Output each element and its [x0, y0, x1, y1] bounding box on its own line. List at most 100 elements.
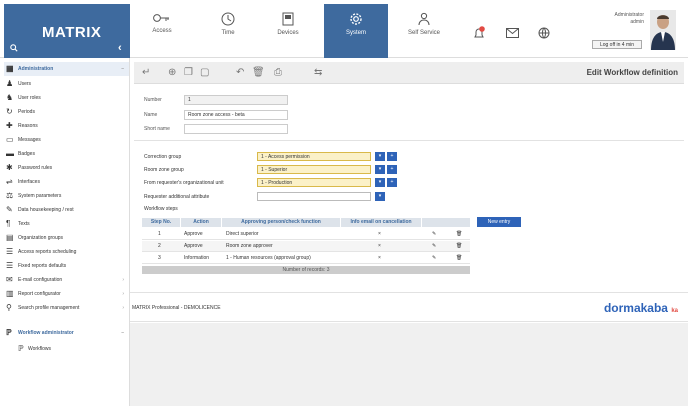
add-button[interactable]: +	[387, 165, 397, 174]
sidebar-item[interactable]: ✚ Reasons	[4, 119, 129, 133]
undo-icon[interactable]: ↶	[236, 67, 244, 79]
text-icon: ¶	[6, 219, 11, 228]
column-header[interactable]: Info email on cancellation	[341, 218, 421, 227]
add-button[interactable]: +	[387, 178, 397, 187]
action-cell: Approve	[184, 243, 203, 249]
sidebar-item[interactable]: ⇌ Interfaces	[4, 175, 129, 189]
sidebar-item[interactable]: ⚲ Search profile management ›	[4, 301, 129, 323]
number-field[interactable]: 1	[184, 95, 288, 105]
parameters-icon: ⚖	[6, 191, 14, 200]
sidebar-section-administration[interactable]: ▦ Administration –	[4, 62, 129, 76]
nav-self-service[interactable]: Self Service	[392, 4, 456, 58]
org-icon: ▤	[6, 233, 14, 242]
sidebar-item-label: User roles	[18, 95, 41, 101]
nav-devices[interactable]: Devices	[256, 4, 320, 58]
org-unit-select[interactable]: 1 - Production	[257, 178, 371, 187]
dropdown-button[interactable]: ▾	[375, 165, 385, 174]
globe-icon[interactable]	[538, 27, 550, 41]
sidebar-item[interactable]: ☰ Fixed reports defaults	[4, 259, 129, 273]
workflow-steps-title: Workflow steps	[144, 206, 178, 212]
copy-icon[interactable]: ❐	[184, 67, 193, 79]
mail-icon[interactable]	[506, 28, 519, 40]
column-header[interactable]: Approving person/check function	[222, 218, 340, 227]
org-unit-label: From requester's organizational unit	[144, 180, 224, 186]
sidebar-item[interactable]: ✉ E-mail configuration ›	[4, 273, 129, 287]
nav-access[interactable]: Access	[130, 4, 194, 58]
print-icon[interactable]: ⎙	[274, 67, 282, 79]
sidebar-item-label: Workflows	[28, 346, 51, 352]
sidebar-item[interactable]: ▬ Badges	[4, 147, 129, 161]
chevron-right-icon: ›	[122, 291, 124, 297]
back-icon[interactable]: ↵	[142, 67, 150, 79]
vendor-logo: dormakaba ka	[603, 301, 678, 315]
key-icon	[153, 14, 169, 22]
edit-icon[interactable]: ✎	[432, 253, 436, 264]
delete-icon[interactable]: 🗑	[456, 229, 462, 240]
sidebar-item[interactable]: ♟ Users	[4, 77, 129, 91]
collapse-icon: –	[121, 330, 124, 336]
sidebar-item[interactable]: ¶ Texts	[4, 217, 129, 231]
correction-group-select[interactable]: 1 - Access permission	[257, 152, 371, 161]
product-label: MATRIX Professional - DEMOLICENCE	[132, 305, 221, 311]
brand-panel: MATRIX ‹	[4, 4, 130, 58]
search-icon[interactable]	[10, 44, 18, 54]
admin-icon: ▦	[6, 64, 14, 73]
room-zone-group-select[interactable]: 1 - Superior	[257, 165, 371, 174]
share-icon[interactable]: ⇆	[314, 67, 322, 79]
nav-time[interactable]: Time	[196, 4, 260, 58]
table-row[interactable]: 2 Approve Room zone approver × ✎ 🗑	[142, 241, 470, 252]
sidebar-item[interactable]: ▤ Organization groups	[4, 231, 129, 245]
column-header[interactable]: Step No.	[142, 218, 180, 227]
name-field[interactable]: Room zone access - beta	[184, 110, 288, 120]
new-entry-button[interactable]: New entry	[477, 217, 521, 227]
dropdown-button[interactable]: ▾	[375, 152, 385, 161]
short-name-field[interactable]	[184, 124, 288, 134]
nav-label: Time	[221, 30, 235, 36]
record-count: Number of records: 3	[142, 266, 470, 274]
sidebar-item-label: Badges	[18, 151, 35, 157]
email-cell: ×	[378, 243, 381, 249]
dropdown-button[interactable]: ▾	[375, 192, 385, 201]
column-header[interactable]: Action	[181, 218, 221, 227]
logout-button[interactable]: Log off in 4 min	[592, 40, 642, 49]
notification-bell-icon[interactable]	[472, 26, 486, 42]
sidebar-item[interactable]: ↻ Periods	[4, 105, 129, 119]
add-icon[interactable]: ⊕	[168, 67, 176, 79]
person-icon: ♟	[6, 79, 14, 88]
collapse-icon: –	[121, 66, 124, 72]
nav-system[interactable]: System	[324, 4, 388, 58]
sidebar-item[interactable]: ☰ Access reports scheduling	[4, 245, 129, 259]
avatar[interactable]	[650, 10, 676, 50]
sidebar-item-workflows[interactable]: ℙ Workflows	[4, 342, 129, 356]
chevron-right-icon: ›	[122, 305, 124, 311]
edit-icon[interactable]: ✎	[432, 229, 436, 240]
add-button[interactable]: +	[387, 152, 397, 161]
collapse-chevron-icon[interactable]: ‹	[118, 42, 122, 54]
table-row[interactable]: 3 Information 1 - Human resources (appro…	[142, 253, 470, 264]
interface-icon: ⇌	[6, 177, 13, 186]
sidebar-item[interactable]: ▭ Messages	[4, 133, 129, 147]
sidebar-section-workflow[interactable]: ℙ Workflow administrator –	[4, 326, 129, 340]
sidebar-item-label: E-mail configuration	[18, 277, 63, 283]
nav-label: Self Service	[407, 30, 440, 36]
brand-logo: MATRIX	[42, 24, 102, 41]
sidebar-item[interactable]: ♞ User roles	[4, 91, 129, 105]
sidebar-item-label: Texts	[18, 221, 30, 227]
requester-attribute-select[interactable]	[257, 192, 371, 201]
sidebar-item[interactable]: ✱ Password rules	[4, 161, 129, 175]
delete-icon[interactable]: 🗑	[456, 241, 462, 252]
table-row[interactable]: 1 Approve Direct superior × ✎ 🗑	[142, 229, 470, 240]
delete-icon[interactable]: 🗑	[456, 253, 462, 264]
toolbar: ↵ ⊕ ❐ ▢ ↶ 🗑 ⎙ ⇆ Edit Workflow definition	[134, 62, 684, 84]
step-cell: 3	[158, 255, 161, 261]
sidebar-item-label: Reasons	[18, 123, 38, 129]
sidebar-item[interactable]: ⚖ System parameters	[4, 189, 129, 203]
sidebar-item[interactable]: ▥ Report configurator ›	[4, 287, 129, 301]
delete-icon[interactable]: 🗑	[252, 67, 265, 79]
sidebar-item[interactable]: ✎ Data housekeeping / rest	[4, 203, 129, 217]
save-icon[interactable]: ▢	[200, 67, 209, 79]
sidebar-item-label: Search profile management	[18, 305, 80, 311]
dropdown-button[interactable]: ▾	[375, 178, 385, 187]
edit-icon[interactable]: ✎	[432, 241, 436, 252]
sidebar: ▦ Administration – ♟ Users ♞ User roles ↻ Per…	[4, 58, 130, 406]
